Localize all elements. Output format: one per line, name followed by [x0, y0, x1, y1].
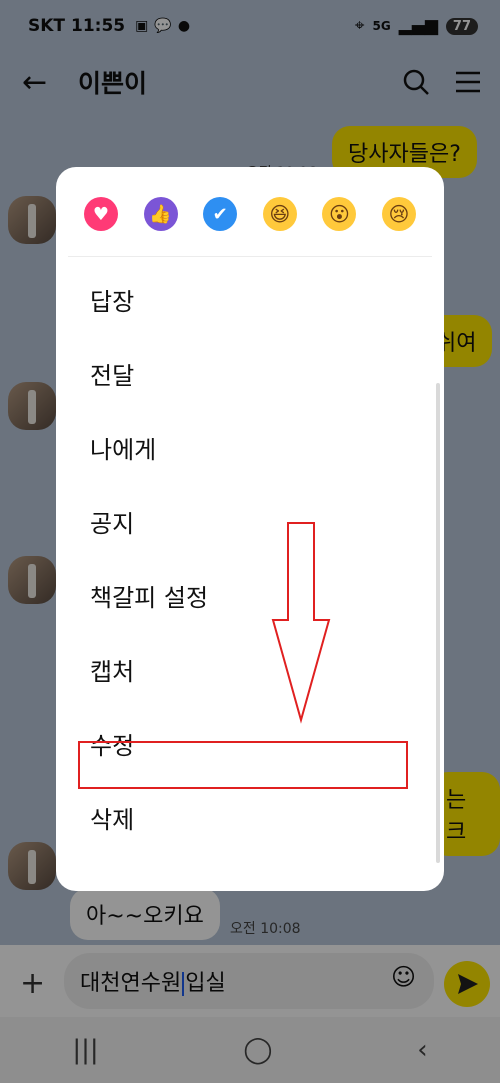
menu-item-notice[interactable]: 공지 — [56, 506, 444, 580]
laugh-reaction-icon[interactable]: 😆 — [262, 197, 297, 231]
menu-item-to-me[interactable]: 나에게 — [56, 432, 444, 506]
check-reaction-icon[interactable]: ✔ — [203, 197, 238, 231]
down-arrow-annotation — [271, 522, 331, 724]
surprised-reaction-icon[interactable]: 😮 — [322, 197, 357, 231]
reaction-bar: ♥ 👍 ✔ 😆 😮 😢 — [56, 197, 444, 243]
divider — [68, 256, 432, 257]
menu-item-forward[interactable]: 전달 — [56, 358, 444, 432]
sad-reaction-icon[interactable]: 😢 — [381, 197, 416, 231]
thumbs-up-reaction-icon[interactable]: 👍 — [143, 197, 178, 231]
heart-reaction-icon[interactable]: ♥ — [84, 197, 118, 231]
edit-highlight-box — [78, 741, 408, 789]
dialog-scrollbar[interactable] — [436, 383, 440, 863]
menu-item-reply[interactable]: 답장 — [56, 284, 444, 358]
menu-item-bookmark[interactable]: 책갈피 설정 — [56, 580, 444, 654]
menu-item-delete[interactable]: 삭제 — [56, 802, 444, 876]
menu-item-capture[interactable]: 캡처 — [56, 654, 444, 728]
